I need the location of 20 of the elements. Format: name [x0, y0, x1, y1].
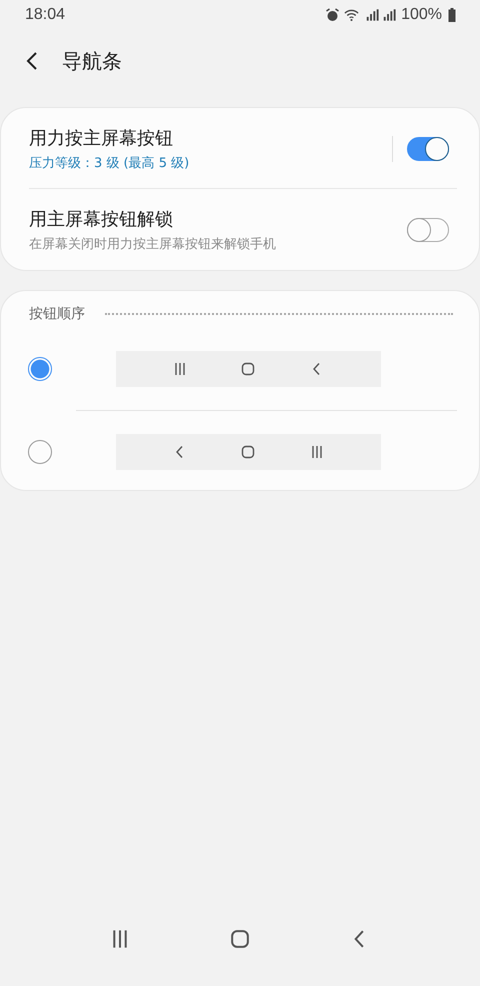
recent-apps-icon[interactable] [173, 362, 188, 376]
home-icon[interactable] [241, 445, 256, 459]
home-icon[interactable] [241, 362, 256, 376]
radio-button[interactable] [28, 440, 52, 464]
setting-title: 用主屏幕按钮解锁 [29, 208, 174, 230]
setting-title: 用力按主屏幕按钮 [29, 126, 174, 150]
setting-description: 压力等级：3 级 (最高 5 级) [29, 154, 190, 172]
toggle-switch[interactable] [407, 136, 449, 160]
wifi-icon [344, 8, 360, 22]
toggle-switch[interactable] [407, 218, 449, 242]
status-time: 18:04 [25, 6, 66, 24]
alarm-icon [325, 8, 340, 22]
page-title: 导航条 [62, 48, 122, 74]
recent-apps-icon[interactable] [310, 445, 324, 459]
section-heading: 按钮顺序 [29, 305, 85, 323]
battery-percent: 100% [401, 6, 442, 24]
battery-icon [448, 8, 456, 22]
setting-description: 在屏幕关闭时用力按主屏幕按钮来解锁手机 [29, 236, 277, 252]
home-icon[interactable] [230, 929, 250, 949]
radio-button[interactable] [28, 357, 52, 381]
